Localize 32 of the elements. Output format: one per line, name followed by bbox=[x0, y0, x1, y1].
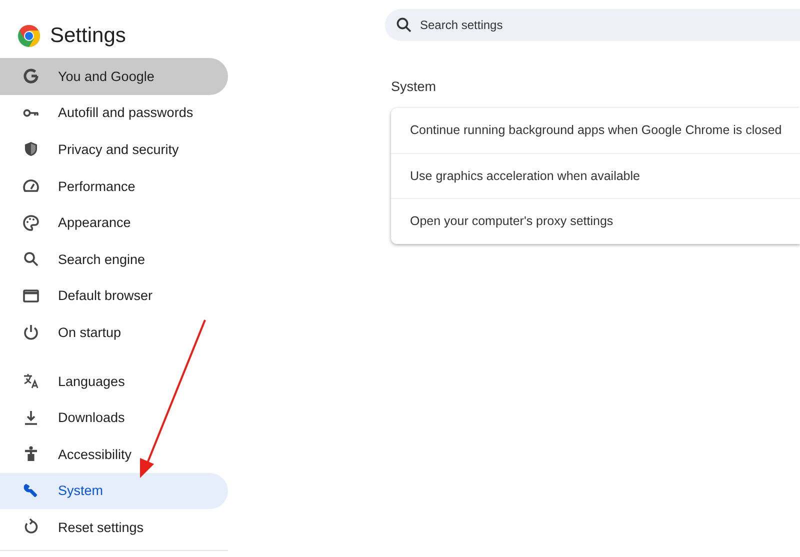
settings-row[interactable]: Open your computer's proxy settings bbox=[391, 198, 800, 244]
g-logo-icon bbox=[22, 67, 40, 86]
section-title: System bbox=[391, 79, 438, 96]
search-field[interactable]: Search settings bbox=[385, 9, 800, 41]
sidebar-item[interactable]: Languages bbox=[0, 362, 228, 400]
shield-icon bbox=[22, 140, 40, 158]
settings-row[interactable]: Use graphics acceleration when available bbox=[391, 152, 800, 198]
palette-icon bbox=[22, 214, 40, 232]
download-icon bbox=[22, 408, 40, 427]
sidebar-item[interactable]: Autofill and passwords bbox=[0, 94, 228, 132]
search-icon bbox=[22, 250, 40, 268]
settings-row[interactable]: Continue running background apps when Google Chrome is closed bbox=[391, 108, 800, 152]
sidebar-item[interactable]: Reset settings bbox=[0, 509, 228, 546]
wrench-icon bbox=[22, 482, 40, 500]
browser-window-icon bbox=[22, 286, 40, 305]
chrome-logo-icon bbox=[18, 25, 40, 47]
sidebar-item[interactable]: Performance bbox=[0, 168, 228, 204]
reset-icon bbox=[22, 518, 40, 536]
power-icon bbox=[22, 323, 40, 342]
sidebar-item[interactable]: Search engine bbox=[0, 240, 228, 278]
search-icon bbox=[396, 17, 412, 33]
sidebar-item[interactable]: Appearance bbox=[0, 204, 228, 241]
sidebar-item[interactable]: Privacy and security bbox=[0, 131, 228, 168]
accessibility-icon bbox=[22, 445, 40, 464]
sidebar-item[interactable]: You and Google bbox=[0, 58, 228, 95]
sidebar-item[interactable]: System bbox=[0, 472, 228, 510]
app-title: Settings bbox=[50, 24, 126, 48]
sidebar-item[interactable]: Default browser bbox=[0, 278, 228, 314]
translate-icon bbox=[22, 372, 40, 390]
sidebar-item[interactable]: Downloads bbox=[0, 399, 228, 436]
sidebar-item[interactable]: Accessibility bbox=[0, 436, 228, 473]
sidebar-item[interactable]: On startup bbox=[0, 314, 228, 351]
